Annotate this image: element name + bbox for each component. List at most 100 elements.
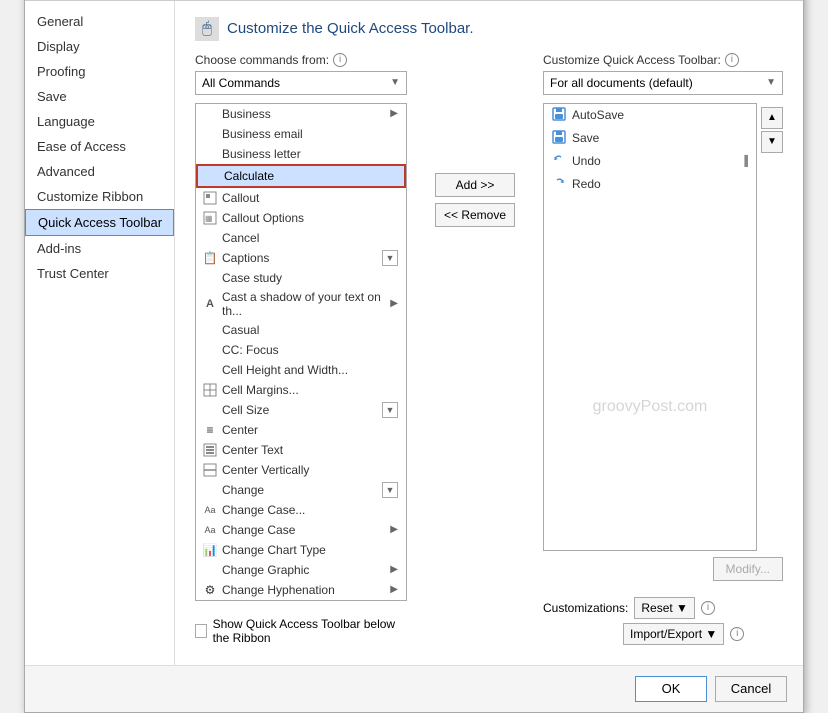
list-item[interactable]: ⚙ Change Hyphenation ▶	[196, 580, 406, 600]
sidebar-item-save[interactable]: Save	[25, 84, 174, 109]
list-item[interactable]: Aa Change Case...	[196, 500, 406, 520]
commands-info-icon[interactable]: i	[333, 53, 347, 67]
right-field-label: Customize Quick Access Toolbar: i	[543, 53, 783, 67]
item-icon	[202, 562, 218, 578]
sidebar-item-display[interactable]: Display	[25, 34, 174, 59]
undo-icon	[552, 153, 566, 170]
reset-button[interactable]: Reset ▼	[634, 597, 695, 619]
list-item[interactable]: Change Graphic ▶	[196, 560, 406, 580]
sidebar-item-customize-ribbon[interactable]: Customize Ribbon	[25, 184, 174, 209]
left-column: Choose commands from: i All Commands ▼ B…	[195, 53, 407, 649]
list-item[interactable]: Case study	[196, 268, 406, 288]
autosave-icon	[552, 107, 566, 124]
right-info-icon[interactable]: i	[725, 53, 739, 67]
add-button[interactable]: Add >>	[435, 173, 515, 197]
list-item[interactable]: Cancel	[196, 228, 406, 248]
commands-dropdown-value: All Commands	[202, 76, 280, 90]
list-item[interactable]: Cell Size ▼	[196, 400, 406, 420]
separator-indicator: ▐	[741, 156, 748, 167]
right-list-item[interactable]: Save	[544, 127, 756, 150]
move-up-button[interactable]: ▲	[761, 107, 783, 129]
list-item[interactable]: Center Text	[196, 440, 406, 460]
right-commands-list[interactable]: AutoSave Save	[543, 103, 757, 551]
right-dropdown-value: For all documents (default)	[550, 76, 693, 90]
list-item[interactable]: Cell Margins...	[196, 380, 406, 400]
list-item[interactable]: Change ▼	[196, 480, 406, 500]
sidebar-item-language[interactable]: Language	[25, 109, 174, 134]
item-icon	[202, 342, 218, 358]
item-icon	[202, 106, 218, 122]
sidebar: General Display Proofing Save Language E…	[25, 1, 175, 665]
import-export-row: Import/Export ▼ i	[543, 623, 783, 645]
modify-container: Modify...	[543, 557, 783, 589]
sidebar-item-trust-center[interactable]: Trust Center	[25, 261, 174, 286]
customizations-label: Customizations:	[543, 601, 628, 615]
list-item[interactable]: ▦ Callout Options	[196, 208, 406, 228]
list-item[interactable]: Aa Change Case ▶	[196, 520, 406, 540]
list-item[interactable]: Casual	[196, 320, 406, 340]
list-item[interactable]: Cell Height and Width...	[196, 360, 406, 380]
item-icon	[202, 230, 218, 246]
item-arrow: ▶	[390, 564, 398, 575]
import-export-info-icon[interactable]: i	[730, 627, 744, 641]
ok-button[interactable]: OK	[635, 676, 707, 702]
section-title: 🖱 Customize the Quick Access Toolbar.	[195, 17, 783, 41]
reset-info-icon[interactable]: i	[701, 601, 715, 615]
watermark: groovyPost.com	[593, 398, 708, 416]
sidebar-item-add-ins[interactable]: Add-ins	[25, 236, 174, 261]
sidebar-item-general[interactable]: General	[25, 9, 174, 34]
item-icon	[202, 442, 218, 458]
sidebar-item-ease-of-access[interactable]: Ease of Access	[25, 134, 174, 159]
list-item-calculate[interactable]: Calculate	[196, 164, 406, 188]
right-list-item[interactable]: Undo ▐	[544, 150, 756, 173]
list-item[interactable]: 📊 Change Chart Type	[196, 540, 406, 560]
show-toolbar-row: Show Quick Access Toolbar below the Ribb…	[195, 609, 407, 649]
item-icon: 📋	[202, 250, 218, 266]
modify-button[interactable]: Modify...	[713, 557, 783, 581]
item-icon: Aa	[202, 522, 218, 538]
item-icon	[202, 270, 218, 286]
list-item[interactable]: 📋 Captions ▼	[196, 248, 406, 268]
save-icon	[552, 130, 566, 147]
dialog-footer: OK Cancel	[25, 665, 803, 712]
import-export-button[interactable]: Import/Export ▼	[623, 623, 724, 645]
list-item[interactable]: ≡ Center	[196, 420, 406, 440]
right-column: Customize Quick Access Toolbar: i For al…	[543, 53, 783, 649]
move-down-button[interactable]: ▼	[761, 131, 783, 153]
section-title-text: Customize the Quick Access Toolbar.	[227, 20, 474, 37]
item-icon	[202, 402, 218, 418]
item-arrow: ▶	[390, 524, 398, 535]
list-item[interactable]: Center Vertically	[196, 460, 406, 480]
move-buttons: ▲ ▼	[761, 103, 783, 557]
show-toolbar-checkbox[interactable]	[195, 624, 207, 638]
item-icon	[204, 168, 220, 184]
sidebar-item-quick-access-toolbar[interactable]: Quick Access Toolbar	[25, 209, 174, 236]
item-icon	[202, 126, 218, 142]
cancel-button[interactable]: Cancel	[715, 676, 787, 702]
sidebar-item-proofing[interactable]: Proofing	[25, 59, 174, 84]
list-item[interactable]: Business ▶	[196, 104, 406, 124]
sidebar-item-advanced[interactable]: Advanced	[25, 159, 174, 184]
list-item[interactable]: Business email	[196, 124, 406, 144]
item-icon: ≡	[202, 422, 218, 438]
main-content: 🖱 Customize the Quick Access Toolbar. Ch…	[175, 1, 803, 665]
word-options-dialog: Word Options ? ✕ General Display Proofin…	[24, 0, 804, 713]
dropdown-indicator: ▼	[382, 482, 398, 498]
list-item[interactable]: Callout	[196, 188, 406, 208]
commands-list[interactable]: Business ▶ Business email Business lette…	[195, 103, 407, 601]
right-dropdown[interactable]: For all documents (default) ▼	[543, 71, 783, 95]
dropdown-indicator: ▼	[382, 250, 398, 266]
right-dropdown-arrow: ▼	[766, 77, 776, 88]
right-list-item[interactable]: AutoSave	[544, 104, 756, 127]
right-list-item[interactable]: Redo	[544, 173, 756, 196]
list-item[interactable]: A Cast a shadow of your text on th... ▶	[196, 288, 406, 320]
remove-button[interactable]: << Remove	[435, 203, 515, 227]
item-arrow: ▶	[390, 584, 398, 595]
item-icon: ▦	[202, 210, 218, 226]
list-item[interactable]: CC: Focus	[196, 340, 406, 360]
add-remove-buttons: Add >> << Remove	[427, 53, 523, 649]
item-icon	[202, 382, 218, 398]
commands-label: Choose commands from: i	[195, 53, 407, 67]
list-item[interactable]: Business letter	[196, 144, 406, 164]
commands-dropdown[interactable]: All Commands ▼	[195, 71, 407, 95]
